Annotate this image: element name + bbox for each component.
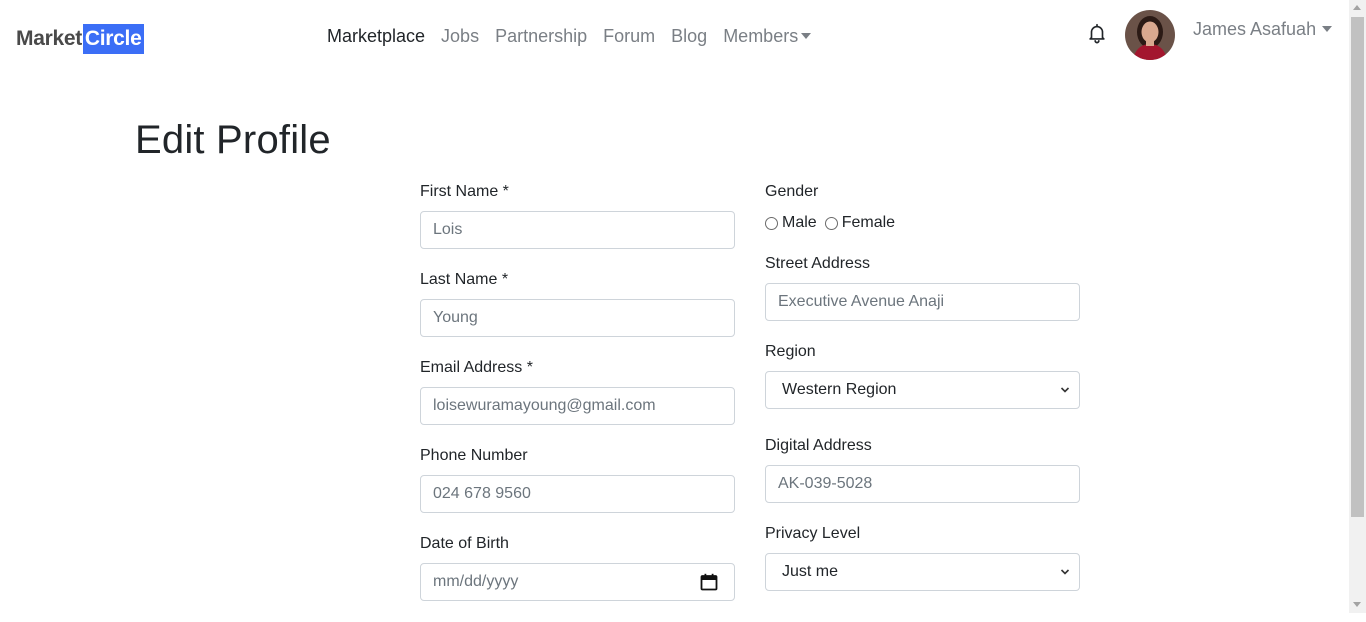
bell-icon[interactable] <box>1086 22 1108 44</box>
street-group: Street Address Executive Avenue Anaji <box>765 254 1080 321</box>
scroll-up-icon[interactable] <box>1353 5 1361 10</box>
page-title: Edit Profile <box>135 118 331 162</box>
privacy-label: Privacy Level <box>765 525 861 542</box>
last-name-label: Last Name * <box>420 271 509 288</box>
street-label: Street Address <box>765 255 870 272</box>
phone-field[interactable]: 024 678 9560 <box>420 475 735 513</box>
email-field[interactable]: loisewuramayoung@gmail.com <box>420 387 735 425</box>
form-column-right: Gender Male Female Street Address Execut… <box>765 182 1080 612</box>
user-name: James Asafuah <box>1193 19 1317 39</box>
chevron-down-icon <box>1060 387 1070 393</box>
digital-address-group: Digital Address AK-039-5028 <box>765 436 1080 503</box>
calendar-icon[interactable] <box>700 573 718 591</box>
scrollbar-thumb[interactable] <box>1351 17 1364 517</box>
region-selected-value: Western Region <box>782 381 897 398</box>
dob-label: Date of Birth <box>420 535 509 552</box>
nav-forum[interactable]: Forum <box>603 26 655 47</box>
gender-female-label[interactable]: Female <box>842 214 895 232</box>
top-navbar: Market Circle Marketplace Jobs Partnersh… <box>0 0 1349 76</box>
first-name-group: First Name * Lois <box>420 182 735 249</box>
brand-logo-part1: Market <box>16 27 82 50</box>
avatar[interactable] <box>1125 10 1175 60</box>
brand-logo[interactable]: Market Circle <box>16 24 145 54</box>
gender-male-radio[interactable] <box>765 216 778 230</box>
last-name-group: Last Name * Young <box>420 270 735 337</box>
phone-label: Phone Number <box>420 447 528 464</box>
privacy-selected-value: Just me <box>782 563 839 580</box>
privacy-select[interactable]: Just me <box>765 553 1080 591</box>
region-label: Region <box>765 343 816 360</box>
region-group: Region Western Region <box>765 342 1080 409</box>
gender-female-radio[interactable] <box>824 216 838 230</box>
dob-group: Date of Birth mm/dd/yyyy <box>420 534 735 601</box>
street-address-field[interactable]: Executive Avenue Anaji <box>765 283 1080 321</box>
privacy-group: Privacy Level Just me <box>765 524 1080 591</box>
gender-label: Gender <box>765 183 819 200</box>
gender-radio-group: Male Female <box>765 214 1080 232</box>
nav-blog[interactable]: Blog <box>671 26 707 47</box>
region-select[interactable]: Western Region <box>765 371 1080 409</box>
email-label: Email Address * <box>420 359 533 376</box>
brand-logo-part2: Circle <box>82 24 145 54</box>
first-name-field[interactable]: Lois <box>420 211 735 249</box>
nav-marketplace[interactable]: Marketplace <box>327 26 425 47</box>
gender-group: Gender Male Female <box>765 182 1080 232</box>
gender-male-label[interactable]: Male <box>782 214 817 232</box>
chevron-down-icon <box>1322 25 1333 32</box>
dob-field[interactable]: mm/dd/yyyy <box>420 563 735 601</box>
nav-jobs[interactable]: Jobs <box>441 26 479 47</box>
nav-members-label: Members <box>723 26 799 46</box>
digital-address-label: Digital Address <box>765 437 872 454</box>
chevron-down-icon <box>801 32 812 39</box>
form-column-left: First Name * Lois Last Name * Young Emai… <box>420 182 735 622</box>
phone-group: Phone Number 024 678 9560 <box>420 446 735 513</box>
nav-members-dropdown[interactable]: Members <box>723 26 812 47</box>
last-name-field[interactable]: Young <box>420 299 735 337</box>
email-group: Email Address * loisewuramayoung@gmail.c… <box>420 358 735 425</box>
vertical-scrollbar[interactable] <box>1349 0 1366 613</box>
scroll-down-icon[interactable] <box>1353 602 1361 607</box>
user-menu[interactable]: James Asafuah <box>1193 19 1333 40</box>
main-nav: Marketplace Jobs Partnership Forum Blog … <box>327 26 812 47</box>
nav-partnership[interactable]: Partnership <box>495 26 587 47</box>
chevron-down-icon <box>1060 569 1070 575</box>
dob-placeholder: mm/dd/yyyy <box>433 573 519 590</box>
first-name-label: First Name * <box>420 183 509 200</box>
digital-address-field[interactable]: AK-039-5028 <box>765 465 1080 503</box>
